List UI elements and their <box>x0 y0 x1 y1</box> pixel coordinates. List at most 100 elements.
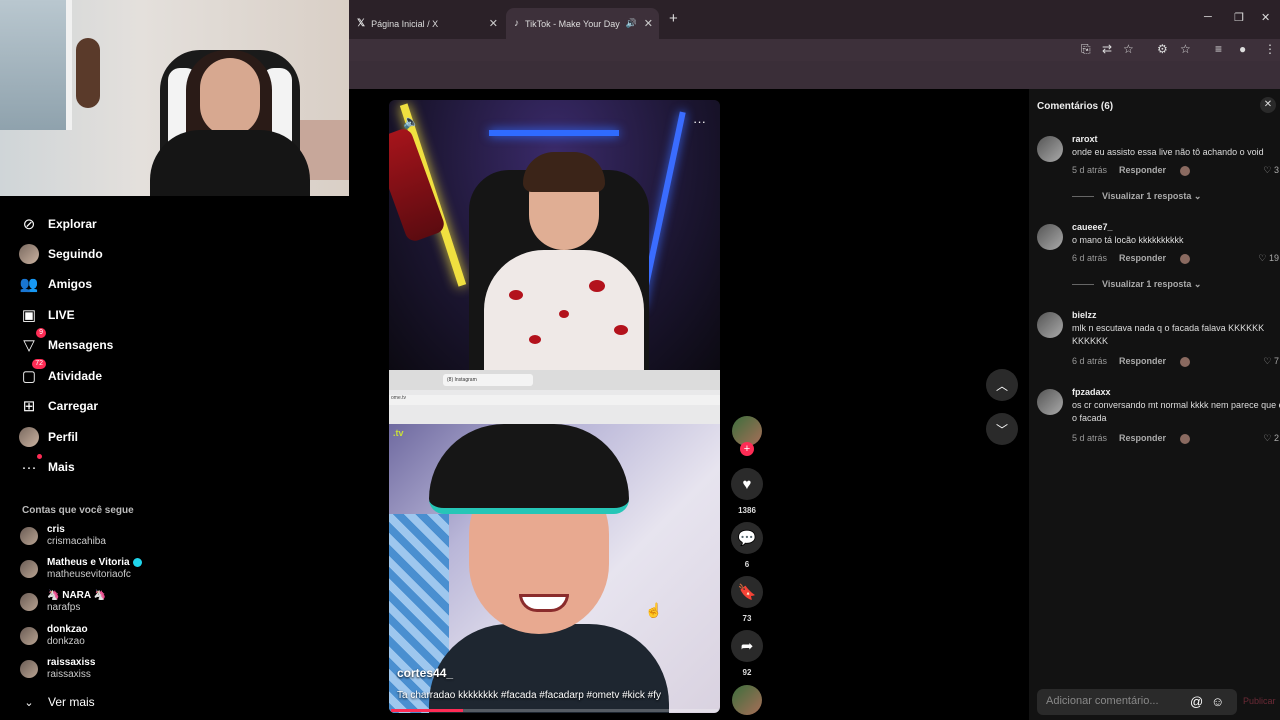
speaker-icon[interactable]: 🔊 <box>626 18 637 29</box>
avatar <box>20 627 38 645</box>
comment-like-button[interactable]: ♡ 19 <box>1258 253 1279 264</box>
save-button[interactable]: 🔖 <box>731 576 763 608</box>
heart-outline-icon: ♡ <box>1263 165 1272 175</box>
sidebar-item-amigos[interactable]: 👥 Amigos <box>18 272 92 296</box>
favorites-icon[interactable]: ☆ <box>1180 42 1191 56</box>
sidebar-item-mensagens[interactable]: ▽ 9 Mensagens <box>18 328 113 357</box>
comment-like-button[interactable]: ♡ 7 <box>1263 356 1279 367</box>
close-tab-icon[interactable]: ✕ <box>489 17 498 30</box>
overlay-tv-text: .tv <box>393 428 404 438</box>
avatar[interactable] <box>1037 136 1063 162</box>
reply-button[interactable]: Responder <box>1119 253 1166 263</box>
close-tab-icon[interactable]: ✕ <box>644 17 653 30</box>
emoji-icon[interactable]: ☺ <box>1211 694 1224 709</box>
previous-video-button[interactable]: ︿ <box>986 369 1018 401</box>
tab-x[interactable]: 𝕏 Página Inicial / X ✕ <box>349 8 504 39</box>
sidebar-item-seguindo[interactable]: Seguindo <box>18 242 103 266</box>
sidebar-item-live[interactable]: ▣ LIVE <box>18 303 75 327</box>
activity-badge: 72 <box>32 359 46 369</box>
following-account[interactable]: 🦄 NARA 🦄 narafps <box>20 590 106 614</box>
profile-icon[interactable]: ● <box>1239 42 1246 56</box>
menu-kebab-icon[interactable]: ⋮ <box>1264 42 1276 56</box>
comment-input[interactable]: Adicionar comentário... @ ☺ <box>1037 689 1237 715</box>
share-icon: ➦ <box>740 638 754 655</box>
tab-tiktok[interactable]: ♪ TikTok - Make Your Day 🔊 ✕ <box>506 8 659 39</box>
minimize-button[interactable]: ─ <box>1204 11 1212 23</box>
sidebar-item-mais[interactable]: ··· Mais <box>18 454 75 479</box>
bookmark-star-icon[interactable]: ☆ <box>1123 42 1134 56</box>
comment-user[interactable]: fpzadaxx <box>1072 387 1111 397</box>
heart-outline-icon: ♡ <box>1263 433 1272 443</box>
reply-button[interactable]: Responder <box>1119 356 1166 366</box>
reply-button[interactable]: Responder <box>1119 433 1166 443</box>
avatar[interactable] <box>1037 312 1063 338</box>
webcam-streamer-body <box>150 130 310 196</box>
translate-icon[interactable]: ⇄ <box>1102 42 1112 56</box>
view-replies-button[interactable]: Visualizar 1 resposta ⌄ <box>1072 279 1201 290</box>
follow-plus-icon[interactable]: + <box>740 442 754 456</box>
like-count: 1386 <box>738 506 756 515</box>
comment-user[interactable]: raroxt <box>1072 134 1098 144</box>
more-icon: ··· <box>18 454 42 478</box>
new-tab-button[interactable]: + <box>669 10 678 27</box>
comment-like-button[interactable]: ♡ 2 <box>1263 433 1279 444</box>
video-author[interactable]: cortes44_ <box>397 666 453 680</box>
sidebar-item-label: Amigos <box>48 277 93 291</box>
video-browser-strip: (8) Instagram ome.tv <box>389 370 720 424</box>
media-control-icon[interactable]: ≡ <box>1215 42 1222 56</box>
like-button[interactable]: ♥ <box>731 468 763 500</box>
video-player[interactable]: (8) Instagram ome.tv ☝ .tv 🔈 ··· cortes4… <box>389 100 720 713</box>
comment-count: 6 <box>744 560 750 569</box>
reply-button[interactable]: Responder <box>1119 165 1166 175</box>
upload-icon: ⊞ <box>22 398 36 415</box>
following-account[interactable]: raissaxiss raissaxiss <box>20 657 95 681</box>
sidebar-item-atividade[interactable]: ▢ 72 Atividade <box>18 359 102 388</box>
left-sidebar: ⊘ Explorar Seguindo 👥 Amigos ▣ LIVE ▽ 9 M… <box>0 196 170 720</box>
post-comment-button[interactable]: Publicar <box>1243 696 1276 706</box>
maximize-button[interactable]: ❐ <box>1234 11 1244 24</box>
avatar[interactable] <box>1037 224 1063 250</box>
volume-icon[interactable]: 🔈 <box>403 114 419 130</box>
sidebar-item-carregar[interactable]: ⊞ Carregar <box>18 394 98 418</box>
share-button[interactable]: ➦ <box>731 630 763 662</box>
mention-icon[interactable]: @ <box>1190 694 1203 709</box>
comment-time: 5 d atrás <box>1072 165 1108 175</box>
following-account[interactable]: Matheus e Vitoria matheusevitoriaofc <box>20 557 142 581</box>
comment-button[interactable]: 💬 <box>731 522 763 554</box>
sidebar-item-label: Carregar <box>48 399 99 413</box>
comment-user[interactable]: bielzz <box>1072 310 1097 320</box>
close-comments-button[interactable]: ✕ <box>1260 97 1276 113</box>
comment-text: os cr conversando mt normal kkkk nem par… <box>1072 400 1280 423</box>
account-handle: raissaxiss <box>47 669 91 680</box>
account-handle: narafps <box>47 602 81 613</box>
cast-icon[interactable]: ⎘ <box>1081 42 1091 57</box>
comment-like-button[interactable]: ♡ 3 <box>1263 165 1279 176</box>
tiktok-logo-icon: ♪ <box>514 18 519 29</box>
compass-icon: ⊘ <box>22 216 36 233</box>
sidebar-item-perfil[interactable]: Perfil <box>18 425 78 449</box>
more-options-icon[interactable]: ··· <box>693 114 706 129</box>
see-more-button[interactable]: ⌄ Ver mais <box>18 690 94 714</box>
comment-time: 6 d atrás <box>1072 356 1108 366</box>
music-disc-avatar[interactable] <box>732 685 762 715</box>
comment-like-count: 7 <box>1273 356 1279 366</box>
comment-time: 6 d atrás <box>1072 253 1108 263</box>
avatar[interactable] <box>1037 389 1063 415</box>
close-window-button[interactable]: ✕ <box>1261 11 1270 24</box>
following-account[interactable]: cris crismacahiba <box>20 524 106 548</box>
comment-time: 5 d atrás <box>1072 433 1108 443</box>
sidebar-item-label: Perfil <box>48 430 79 444</box>
view-replies-button[interactable]: Visualizar 1 resposta ⌄ <box>1072 191 1201 202</box>
heart-outline-icon: ♡ <box>1258 253 1267 263</box>
webcam-overlay <box>0 0 349 196</box>
comment-input-placeholder: Adicionar comentário... <box>1046 695 1159 707</box>
next-video-button[interactable]: ﹀ <box>986 413 1018 445</box>
video-top-frame <box>389 100 720 380</box>
video-progress-bar[interactable] <box>391 709 718 712</box>
following-account[interactable]: donkzao donkzao <box>20 624 88 648</box>
mouse-cursor-icon: ☝ <box>645 602 663 618</box>
comment-user[interactable]: caueee7_ <box>1072 222 1113 232</box>
comment-text: o mano tá locão kkkkkkkkkk <box>1072 235 1184 245</box>
sidebar-item-explorar[interactable]: ⊘ Explorar <box>18 212 97 236</box>
extension-icon[interactable]: ⚙ <box>1157 42 1168 56</box>
